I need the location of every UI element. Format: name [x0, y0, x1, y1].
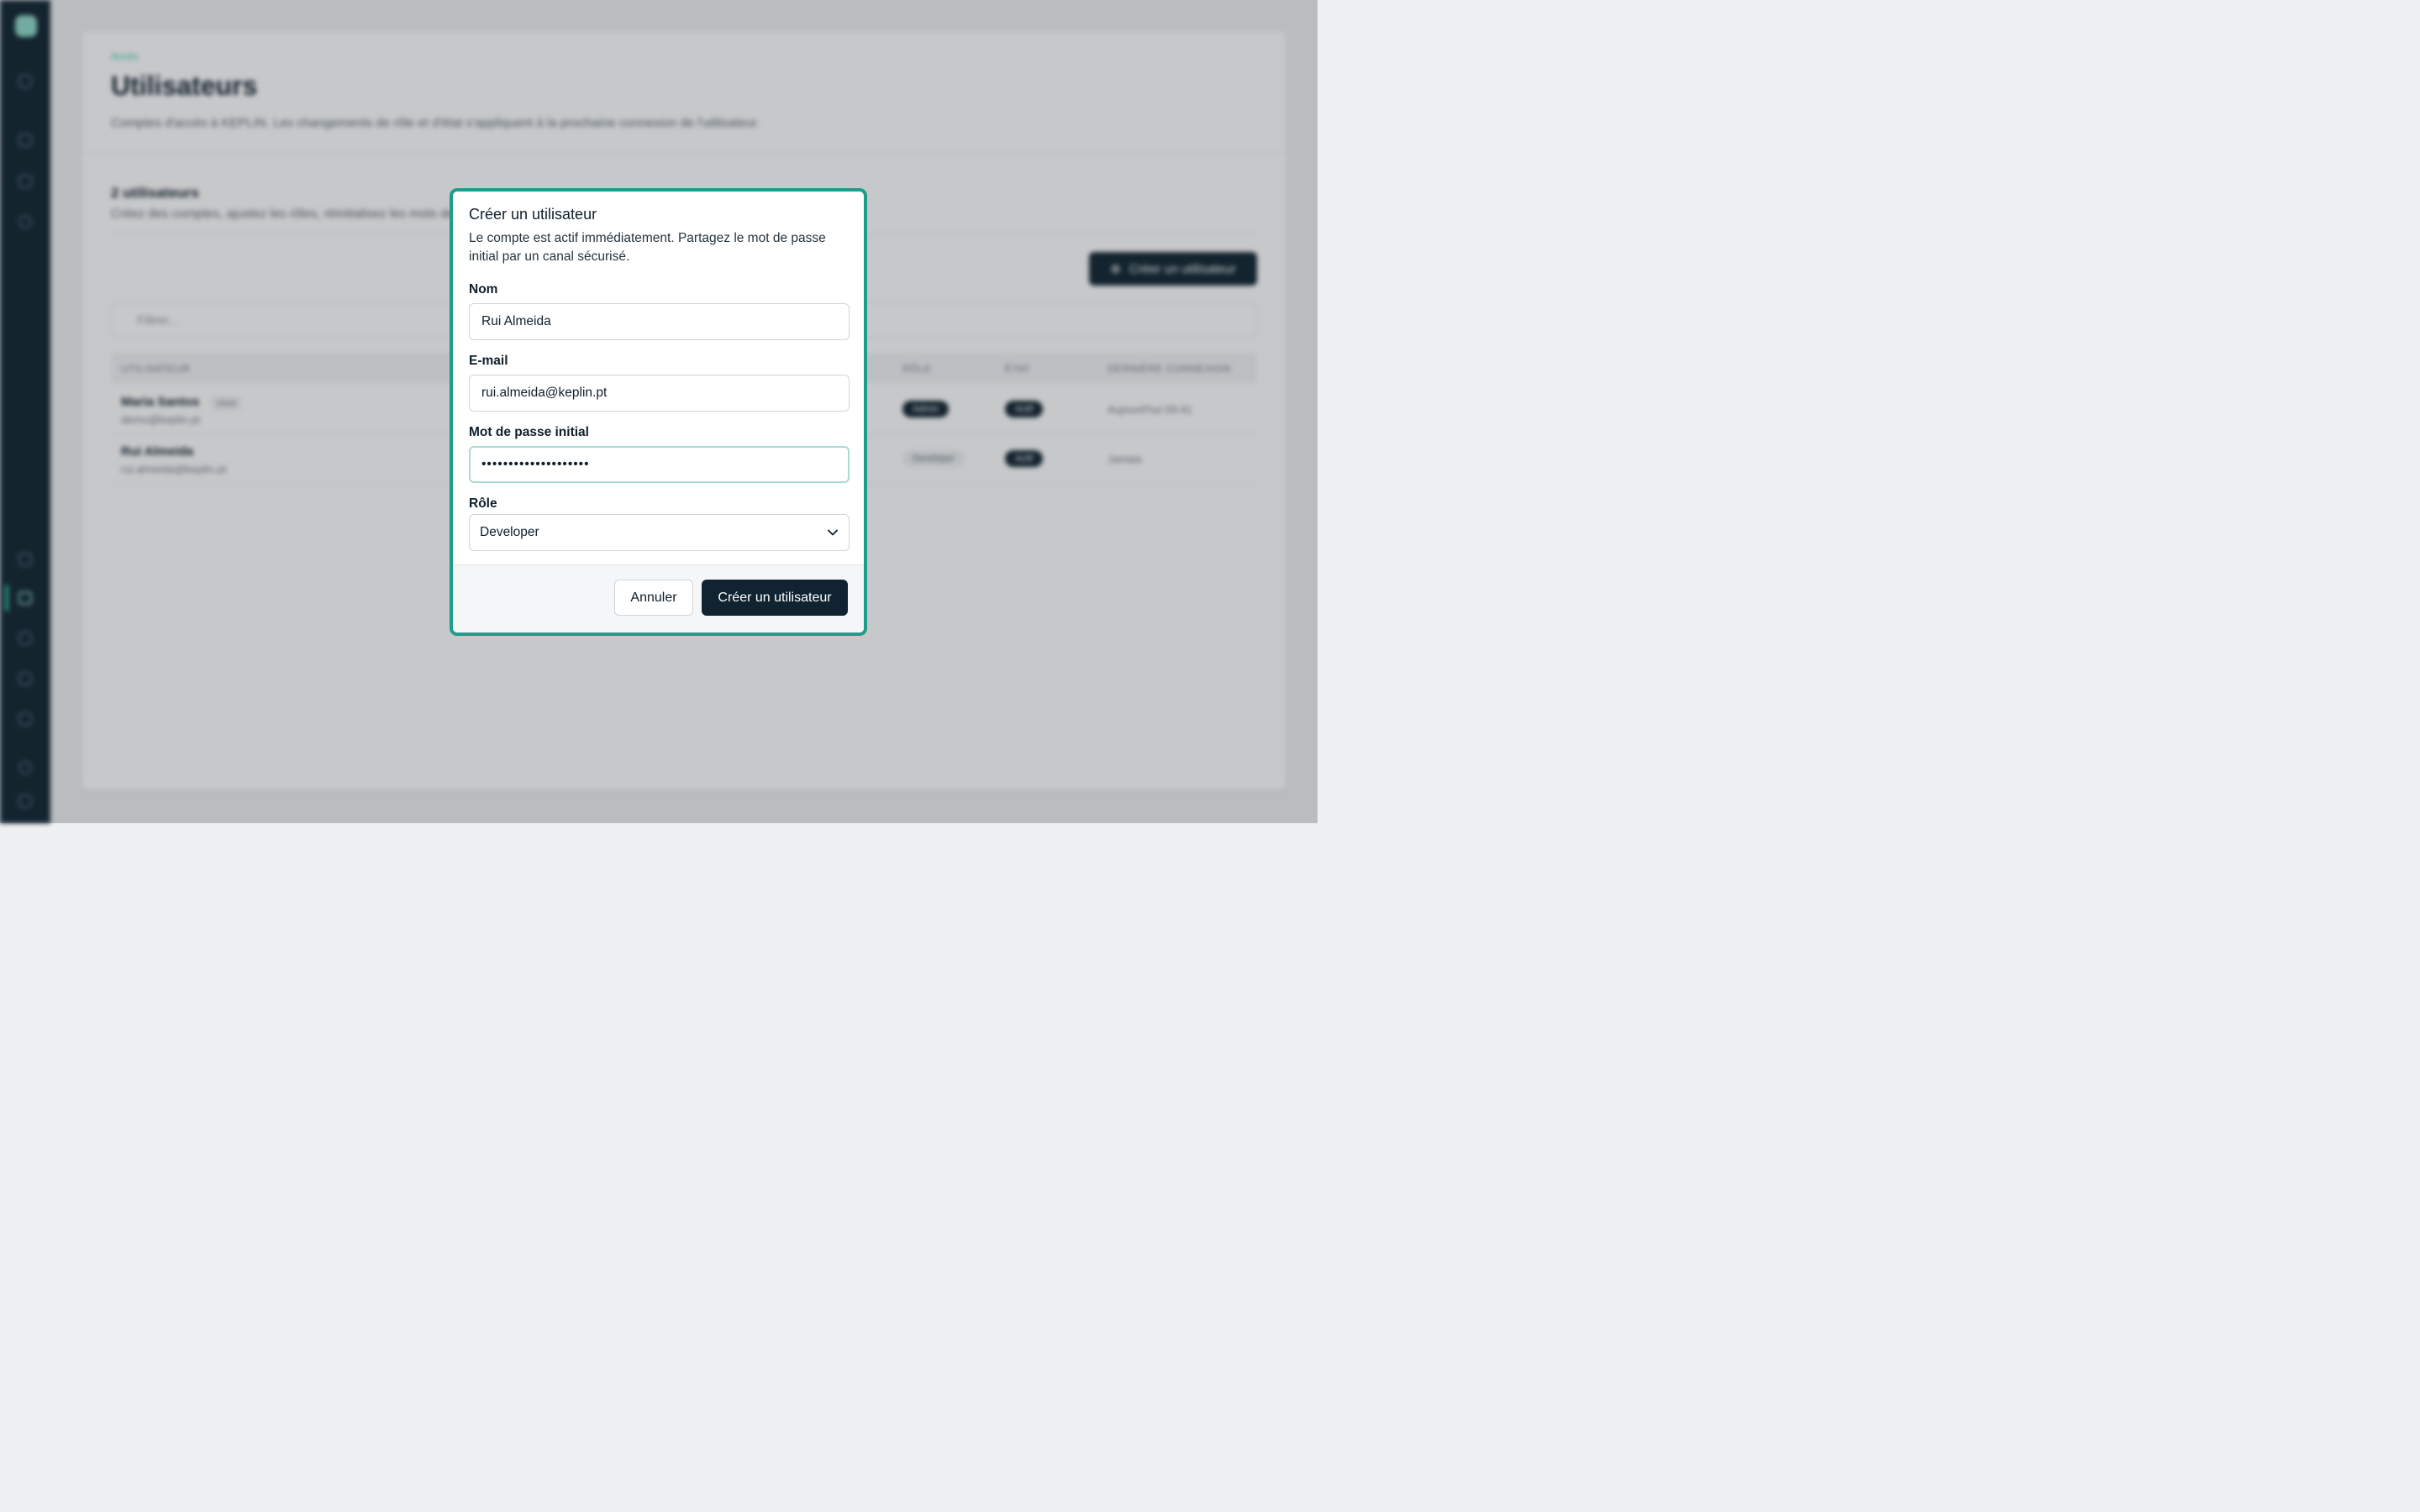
create-user-dialog: Créer un utilisateur Le compte est actif… [450, 188, 867, 636]
dialog-footer: Annuler Créer un utilisateur [453, 564, 864, 633]
role-label: Rôle [469, 496, 497, 511]
password-label: Mot de passe initial [469, 425, 589, 439]
chevron-down-icon [827, 527, 839, 538]
dialog-body: Créer un utilisateur Le compte est actif… [453, 192, 864, 565]
email-field[interactable] [469, 375, 850, 412]
name-label: Nom [469, 282, 498, 297]
role-select[interactable]: Developer [469, 514, 850, 551]
create-user-submit-button[interactable]: Créer un utilisateur [702, 580, 848, 616]
name-field[interactable] [469, 303, 850, 340]
password-field[interactable] [469, 446, 850, 483]
cancel-button[interactable]: Annuler [614, 580, 693, 616]
dialog-title: Créer un utilisateur [469, 206, 597, 223]
email-label: E-mail [469, 354, 508, 368]
dialog-description: Le compte est actif immédiatement. Parta… [469, 231, 826, 264]
role-select-value: Developer [480, 525, 539, 539]
